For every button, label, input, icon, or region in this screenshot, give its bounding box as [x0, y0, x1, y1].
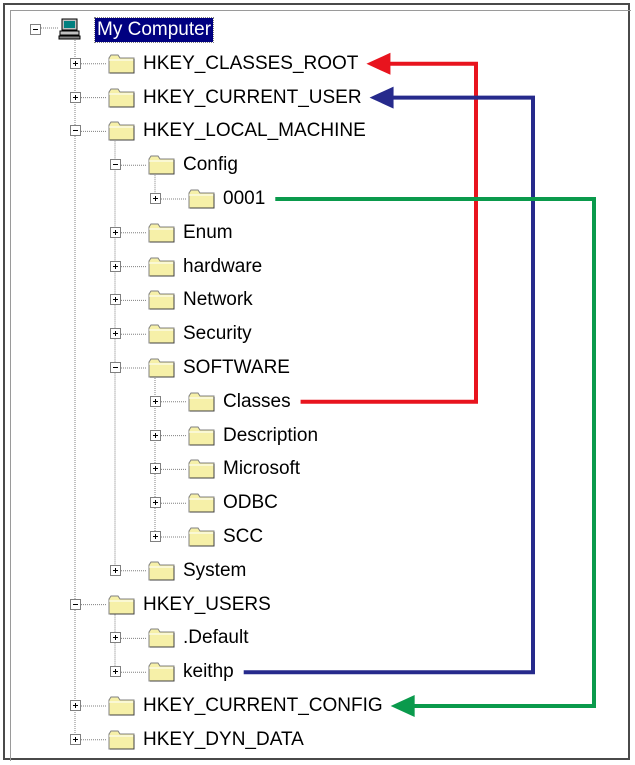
arrow-keithp-to-hkcu: [243, 86, 535, 675]
arrow-overlay: [243, 52, 596, 717]
arrow-c0001-to-hkcc: [275, 197, 596, 717]
